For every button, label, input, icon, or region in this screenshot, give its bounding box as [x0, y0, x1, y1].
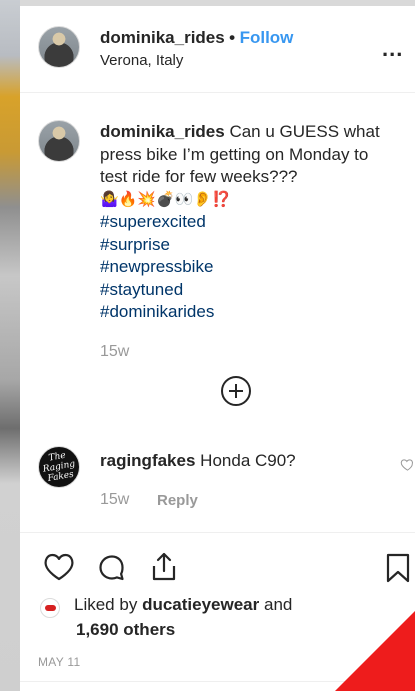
post-location[interactable]: Verona, Italy [100, 52, 183, 69]
bookmark-icon[interactable] [386, 553, 410, 583]
author-username[interactable]: dominika_rides [100, 28, 225, 47]
follow-button[interactable]: Follow [240, 28, 294, 47]
likes-prefix: Liked by [74, 595, 138, 614]
background-photo [0, 0, 20, 691]
header-separator: • [229, 28, 236, 47]
post-date[interactable]: MAY 11 [38, 655, 81, 669]
comment-icon[interactable] [98, 554, 126, 582]
post-header: dominika_rides • Follow [100, 28, 293, 48]
comment-body: ragingfakes Honda C90? [100, 451, 296, 471]
likes-count[interactable]: 1,690 others [76, 618, 175, 642]
comments-divider [20, 532, 415, 533]
hashtag-link[interactable]: #superexcited [100, 211, 390, 234]
heart-icon[interactable] [44, 553, 74, 581]
likes-others[interactable]: 1,690 others [76, 620, 175, 639]
reply-button[interactable]: Reply [157, 492, 198, 509]
likes-summary[interactable]: Liked by ducatieyewear and [74, 593, 354, 617]
caption-block: dominika_rides Can u GUESS what press bi… [100, 121, 390, 324]
liker-username[interactable]: ducatieyewear [142, 595, 259, 614]
comment-timestamp[interactable]: 15w [100, 491, 129, 509]
hashtag-link[interactable]: #dominikarides [100, 301, 390, 324]
likes-connector: and [263, 595, 293, 614]
caption-avatar[interactable] [38, 120, 80, 162]
caption-username[interactable]: dominika_rides [100, 122, 225, 141]
more-options-icon[interactable]: ... [382, 36, 403, 62]
commenter-avatar[interactable]: The Raging Fakes [38, 446, 80, 488]
share-icon[interactable] [150, 552, 178, 582]
liker-avatar[interactable] [40, 598, 60, 618]
caption-emojis: 🤷‍♀️🔥💥💣👀👂⁉️ [100, 190, 231, 208]
red-corner-decoration [335, 611, 415, 691]
plus-circle-icon[interactable] [221, 376, 251, 406]
hashtag-link[interactable]: #surprise [100, 234, 390, 257]
header-divider [20, 92, 415, 93]
comment-like-icon[interactable] [400, 457, 415, 472]
post-panel: dominika_rides • Follow Verona, Italy ..… [20, 6, 415, 691]
commenter-avatar-logo: The Raging Fakes [42, 450, 76, 485]
comment-text: Honda C90? [200, 451, 296, 470]
comment-username[interactable]: ragingfakes [100, 451, 195, 470]
hashtag-link[interactable]: #newpressbike [100, 256, 390, 279]
author-avatar[interactable] [38, 26, 80, 68]
hashtag-link[interactable]: #staytuned [100, 279, 390, 302]
caption-timestamp[interactable]: 15w [100, 343, 129, 361]
